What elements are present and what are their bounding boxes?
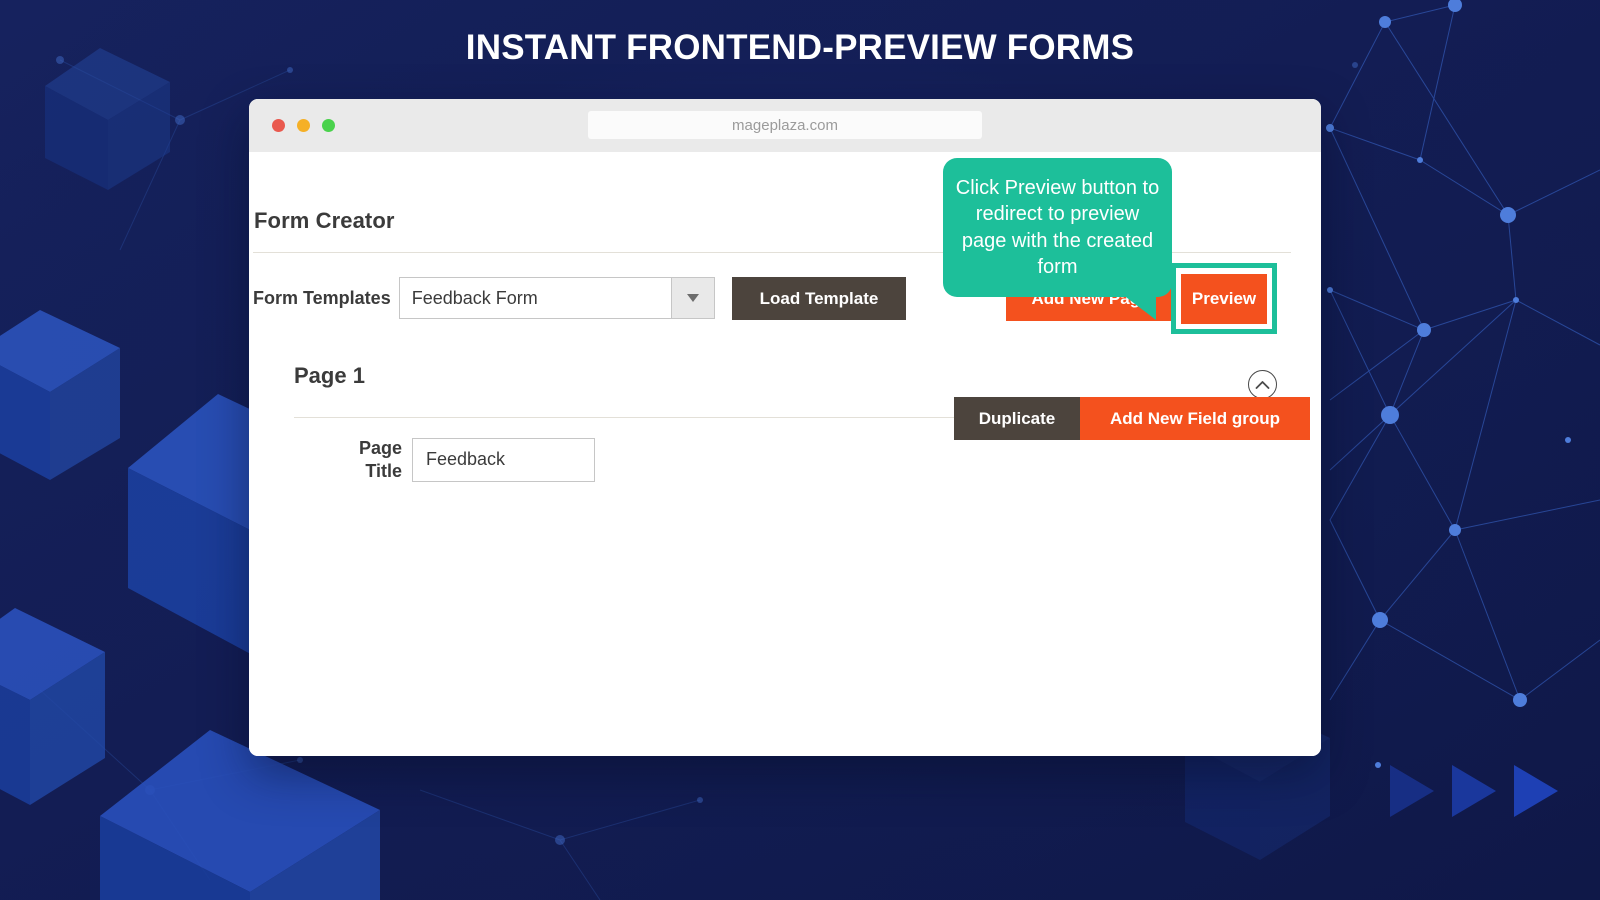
- preview-callout-text: Click Preview button to redirect to prev…: [955, 176, 1160, 278]
- form-template-select[interactable]: Feedback Form: [398, 277, 715, 319]
- close-window-button[interactable]: [272, 119, 285, 132]
- form-creator-heading: Form Creator: [254, 208, 395, 233]
- caret-glyph: [686, 294, 699, 302]
- page-section-heading: Page 1: [294, 363, 365, 388]
- page-title-field-label: Page Title: [294, 437, 412, 482]
- page-title-label-line1: Page: [358, 438, 402, 458]
- maximize-window-button[interactable]: [322, 119, 335, 132]
- preview-button[interactable]: Preview: [1181, 273, 1267, 324]
- screenshot-root: INSTANT FRONTEND-PREVIEW FORMS mageplaza…: [0, 0, 1600, 900]
- triangle-shape: [1514, 765, 1558, 817]
- browser-toolbar: mageplaza.com: [249, 99, 1321, 152]
- field-group-actions: Duplicate Add New Field group: [954, 397, 1310, 440]
- chevron-up-glyph: [1255, 380, 1270, 389]
- window-controls: [272, 119, 335, 132]
- form-template-selected-value: Feedback Form: [399, 278, 671, 318]
- triangle-shape: [1390, 765, 1434, 817]
- address-bar[interactable]: mageplaza.com: [588, 111, 982, 139]
- add-new-field-group-button[interactable]: Add New Field group: [1080, 397, 1310, 440]
- page-title-field-row: Page Title: [294, 437, 694, 482]
- address-bar-text: mageplaza.com: [732, 116, 838, 134]
- callout-tail: [1122, 294, 1156, 320]
- chevron-down-icon[interactable]: [670, 278, 714, 318]
- preview-callout: Click Preview button to redirect to prev…: [943, 158, 1172, 297]
- minimize-window-button[interactable]: [297, 119, 310, 132]
- form-templates-label: Form Templates: [253, 287, 391, 308]
- cube-shape: [0, 608, 105, 805]
- form-templates-row: Form Templates Feedback Form: [253, 277, 715, 319]
- preview-button-highlight: Preview: [1171, 263, 1277, 334]
- triangle-shape: [1452, 765, 1496, 817]
- cube-shape: [0, 310, 120, 480]
- page-title-label-line2: Title: [365, 460, 402, 481]
- duplicate-button[interactable]: Duplicate: [954, 397, 1080, 440]
- page-title-input[interactable]: [412, 437, 595, 482]
- page-title: INSTANT FRONTEND-PREVIEW FORMS: [465, 28, 1135, 67]
- chevron-up-circle-icon[interactable]: [1248, 370, 1277, 399]
- load-template-button[interactable]: Load Template: [732, 277, 906, 320]
